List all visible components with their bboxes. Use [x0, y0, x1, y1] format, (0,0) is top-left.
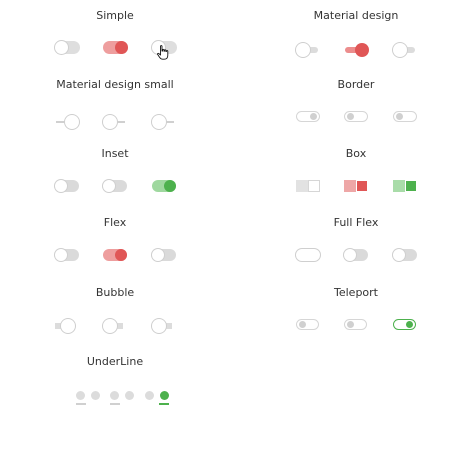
border-toggle-1[interactable] [296, 111, 320, 122]
inset-toggle-1[interactable] [55, 180, 79, 192]
toggle-knob [355, 43, 369, 57]
simple-toggle-1[interactable] [55, 41, 80, 54]
material-toggle-1[interactable] [296, 43, 320, 57]
toggle-dot [125, 391, 134, 400]
toggle-underline [159, 403, 169, 405]
toggle-dot [91, 391, 100, 400]
material-small-toggle-3[interactable] [152, 115, 174, 129]
toggle-knob [296, 249, 320, 261]
bubble-toggle-3[interactable] [152, 319, 172, 333]
toggle-knob [103, 180, 115, 192]
toggle-knob [55, 249, 67, 261]
material-toggle-2[interactable] [344, 43, 369, 57]
toggle-knob [115, 41, 128, 54]
underline-toggle-1[interactable] [76, 391, 101, 405]
toggle-underline [76, 403, 86, 405]
border-toggle-3[interactable] [393, 111, 417, 122]
section-title-box: Box [345, 147, 367, 160]
section-title-border: Border [337, 78, 375, 91]
section-title-full-flex: Full Flex [333, 216, 379, 229]
inset-toggle-2[interactable] [103, 180, 127, 192]
toggle-knob [55, 41, 68, 54]
toggle-knob [296, 43, 310, 57]
section-title-flex: Flex [103, 216, 127, 229]
inset-toggle-3[interactable] [152, 180, 176, 192]
section-title-bubble: Bubble [95, 286, 135, 299]
toggle-knob [152, 115, 166, 129]
bubble-toggle-2[interactable] [103, 319, 123, 333]
material-toggle-3[interactable] [393, 43, 417, 57]
section-title-underline: UnderLine [86, 355, 144, 368]
material-small-toggle-1[interactable] [56, 115, 79, 129]
bubble-toggle-1[interactable] [55, 319, 75, 333]
section-title-simple: Simple [96, 9, 134, 22]
toggle-knob [405, 180, 417, 192]
toggle-knob [65, 115, 79, 129]
toggle-knob [393, 43, 407, 57]
toggle-knob [347, 321, 354, 328]
section-title-material-design: Material design [313, 9, 399, 22]
simple-toggle-2[interactable] [103, 41, 128, 54]
material-small-toggle-2[interactable] [103, 115, 125, 129]
box-toggle-2[interactable] [344, 180, 368, 192]
underline-toggle-3[interactable] [145, 391, 170, 405]
toggle-knob [310, 113, 317, 120]
toggle-knob [356, 180, 368, 192]
toggle-knob [152, 41, 165, 54]
toggle-knob [103, 319, 117, 333]
section-title-teleport: Teleport [334, 286, 378, 299]
teleport-toggle-3[interactable] [393, 319, 416, 330]
toggle-dot [145, 391, 154, 400]
section-title-material-design-small: Material design small [56, 78, 174, 91]
toggle-knob [396, 113, 403, 120]
toggle-knob [55, 180, 67, 192]
section-title-inset: Inset [101, 147, 129, 160]
flex-toggle-1[interactable] [55, 249, 79, 261]
toggle-knob [61, 319, 75, 333]
full-flex-toggle-3[interactable] [393, 249, 417, 261]
toggle-knob [308, 180, 320, 192]
toggle-knob [347, 113, 354, 120]
toggle-knob [406, 321, 413, 328]
full-flex-toggle-2[interactable] [344, 249, 368, 261]
border-toggle-2[interactable] [344, 111, 368, 122]
toggle-dot [76, 391, 85, 400]
toggle-knob [152, 319, 166, 333]
box-toggle-1[interactable] [296, 180, 320, 192]
simple-toggle-3[interactable] [152, 41, 177, 54]
toggle-knob [393, 249, 405, 261]
box-toggle-3[interactable] [393, 180, 417, 192]
toggle-knob [299, 321, 306, 328]
teleport-toggle-2[interactable] [344, 319, 367, 330]
teleport-toggle-1[interactable] [296, 319, 319, 330]
toggle-dot [160, 391, 169, 400]
flex-toggle-2[interactable] [103, 249, 127, 261]
toggle-knob [344, 249, 356, 261]
underline-toggle-2[interactable] [110, 391, 135, 405]
toggle-dot [110, 391, 119, 400]
toggle-knob [115, 249, 127, 261]
flex-toggle-3[interactable] [152, 249, 176, 261]
full-flex-toggle-1[interactable] [296, 249, 320, 261]
toggle-knob [103, 115, 117, 129]
toggle-knob [164, 180, 176, 192]
toggle-knob [152, 249, 164, 261]
toggle-underline [110, 403, 120, 405]
